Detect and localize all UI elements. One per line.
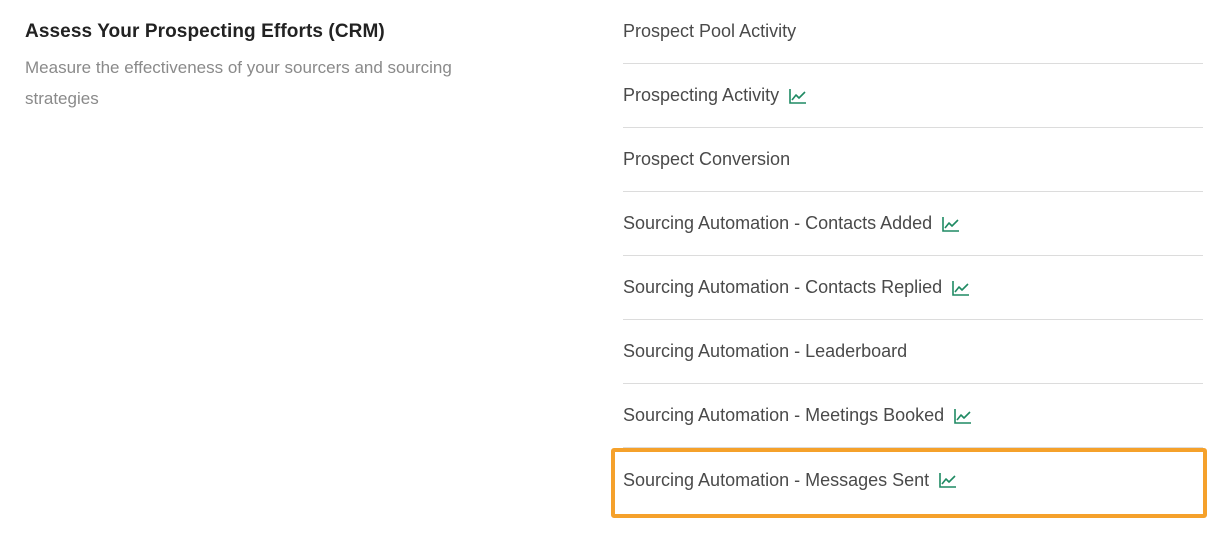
report-item-messages-sent[interactable]: Sourcing Automation - Messages Sent [623,448,1203,512]
report-item-prospect-conversion[interactable]: Prospect Conversion [623,128,1203,192]
report-list: Prospect Pool Activity Prospecting Activ… [623,0,1203,512]
report-label: Prospecting Activity [623,85,780,105]
report-label: Prospect Pool Activity [623,21,797,41]
trend-chart-icon [939,472,957,488]
report-label: Sourcing Automation - Contacts Replied [623,277,943,297]
section-title: Assess Your Prospecting Efforts (CRM) [25,21,385,42]
report-label: Sourcing Automation - Leaderboard [623,341,908,361]
report-label: Sourcing Automation - Contacts Added [623,213,933,233]
report-item-prospect-pool-activity[interactable]: Prospect Pool Activity [623,0,1203,64]
section-description: Measure the effectiveness of your source… [25,58,452,108]
trend-chart-icon [952,280,970,296]
trend-chart-icon [789,88,807,104]
report-item-contacts-replied[interactable]: Sourcing Automation - Contacts Replied [623,256,1203,320]
report-item-contacts-added[interactable]: Sourcing Automation - Contacts Added [623,192,1203,256]
report-label: Prospect Conversion [623,149,791,169]
report-item-meetings-booked[interactable]: Sourcing Automation - Meetings Booked [623,384,1203,448]
report-label: Sourcing Automation - Messages Sent [623,469,930,490]
report-label: Sourcing Automation - Meetings Booked [623,405,945,425]
section-header: Assess Your Prospecting Efforts (CRM) Me… [25,18,545,114]
report-item-leaderboard[interactable]: Sourcing Automation - Leaderboard [623,320,1203,384]
trend-chart-icon [942,216,960,232]
trend-chart-icon [954,408,972,424]
report-item-prospecting-activity[interactable]: Prospecting Activity [623,64,1203,128]
